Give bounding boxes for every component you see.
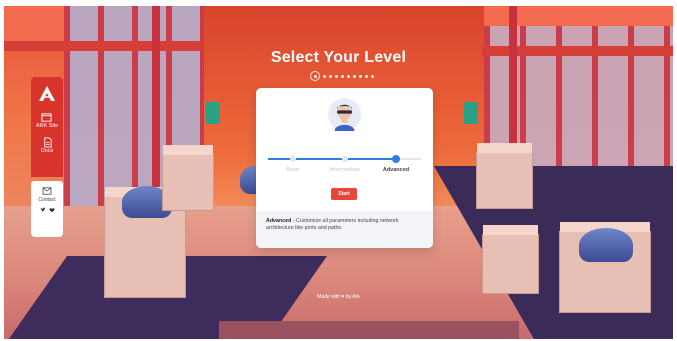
footer-credit: Made with ♥ by Ark (317, 294, 360, 300)
user-avatar-icon (328, 98, 361, 131)
document-icon (43, 137, 52, 148)
pagination-dot-active[interactable] (310, 71, 320, 81)
heart-icon[interactable] (48, 207, 55, 213)
sidebar-item-ark-site[interactable]: ARK Site (36, 112, 58, 129)
level-label-advanced[interactable]: Advanced (371, 167, 421, 173)
floor-edge (219, 321, 519, 339)
level-step-intermediate[interactable] (342, 156, 348, 162)
pagination-dot[interactable] (347, 74, 350, 78)
level-description: Advanced - Customize all parameters incl… (256, 211, 433, 248)
level-pagination (310, 71, 374, 81)
lamp-left (206, 102, 220, 124)
envelope-icon (42, 187, 52, 195)
pagination-dot[interactable] (341, 74, 344, 78)
social-links (40, 207, 55, 213)
ark-logo-icon[interactable] (37, 84, 57, 104)
pagination-dot[interactable] (353, 74, 356, 78)
sidebar: ARK Site Docs Contact (31, 77, 63, 237)
contact-label: Contact (38, 197, 56, 203)
twitter-icon[interactable] (40, 207, 46, 213)
pagination-dot[interactable] (335, 74, 338, 78)
level-progress-fill (268, 158, 396, 160)
description-title: Advanced (266, 218, 292, 224)
start-button[interactable]: Start (331, 188, 357, 200)
pagination-dot[interactable] (365, 74, 368, 78)
pillar-left (152, 6, 160, 206)
crate-left-small (162, 145, 214, 211)
level-label-basic[interactable]: Basic (268, 167, 318, 173)
sidebar-contact[interactable]: Contact (31, 181, 63, 237)
crate-right-mid (482, 225, 539, 294)
lamp-right (464, 102, 478, 124)
crate-right-top (476, 143, 533, 209)
sidebar-item-label: ARK Site (35, 123, 59, 129)
level-step-advanced[interactable] (392, 155, 400, 163)
pagination-dot[interactable] (359, 74, 362, 78)
pagination-dot[interactable] (371, 74, 374, 78)
sidebar-item-label: Docs (40, 148, 54, 154)
level-label-intermediate[interactable]: Intermediate (320, 167, 370, 173)
pagination-dot[interactable] (329, 74, 332, 78)
page-title: Select Your Level (270, 49, 407, 66)
window-icon (41, 113, 53, 122)
level-card: Basic Intermediate Advanced Start Advanc… (256, 88, 433, 248)
robot-right (579, 228, 633, 262)
sidebar-item-docs[interactable]: Docs (40, 137, 54, 154)
pagination-dot[interactable] (323, 74, 326, 78)
level-step-basic[interactable] (290, 156, 296, 162)
sidebar-main: ARK Site Docs (31, 77, 63, 177)
